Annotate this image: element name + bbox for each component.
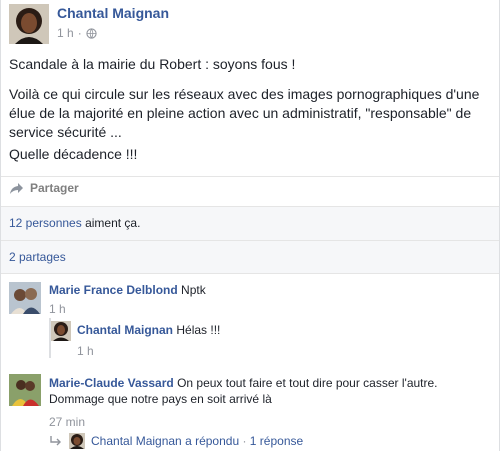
view-replies-link[interactable]: Chantal Maignan a répondu · 1 réponse [49, 433, 303, 449]
comment-timestamp[interactable]: 27 min [49, 415, 85, 429]
post-text-line: Voilà ce qui circule sur les réseaux ave… [9, 86, 480, 140]
author-name-link[interactable]: Chantal Maignan [57, 5, 169, 21]
likes-summary: 12 personnes aiment ça. [9, 216, 140, 230]
divider [1, 240, 499, 241]
commenter-avatar[interactable] [9, 282, 41, 314]
meta-separator: · [77, 26, 82, 40]
reply-author-link[interactable]: Chantal Maignan [77, 323, 173, 337]
comment-text: Marie France Delblond Nptk [49, 282, 489, 298]
commenter-name-link[interactable]: Marie-Claude Vassard [49, 376, 174, 390]
reply-body: Hélas !!! [173, 323, 221, 337]
likes-suffix: aiment ça. [81, 216, 141, 230]
reply-avatar[interactable] [51, 321, 71, 341]
reply-summary-count: 1 réponse [249, 434, 304, 448]
commenter-avatar[interactable] [9, 374, 41, 406]
post-meta: 1 h · [57, 26, 97, 40]
comment-timestamp[interactable]: 1 h [49, 302, 66, 316]
post-text-line: Quelle décadence !!! [9, 146, 138, 162]
shares-link[interactable]: 2 partages [9, 250, 66, 264]
likes-count-link[interactable]: 12 personnes [9, 216, 82, 230]
reply-text: Chantal Maignan Hélas !!! [77, 322, 220, 338]
reply-timestamp[interactable]: 1 h [77, 344, 94, 358]
post-timestamp[interactable]: 1 h [57, 26, 74, 40]
reply-summary-name: Chantal Maignan [91, 434, 182, 448]
divider [1, 273, 499, 274]
reply-summary-avatar [69, 433, 85, 449]
commenter-name-link[interactable]: Marie France Delblond [49, 283, 178, 297]
reply-arrow-icon [49, 435, 63, 447]
post-text-line: Scandale à la mairie du Robert : soyons … [9, 56, 296, 72]
reply-summary-action: a répondu [181, 434, 240, 448]
share-arrow-icon [9, 182, 24, 195]
share-button[interactable]: Partager [9, 181, 79, 195]
comment-body: Nptk [177, 283, 206, 297]
comment-text: Marie-Claude Vassard On peux tout faire … [49, 375, 489, 407]
reply-summary-separator: · [239, 434, 250, 448]
globe-icon [86, 27, 97, 39]
facebook-post: Chantal Maignan 1 h · Scandale à la mair… [0, 0, 500, 451]
share-label: Partager [30, 181, 79, 195]
divider [1, 176, 499, 177]
author-avatar[interactable] [9, 4, 49, 44]
